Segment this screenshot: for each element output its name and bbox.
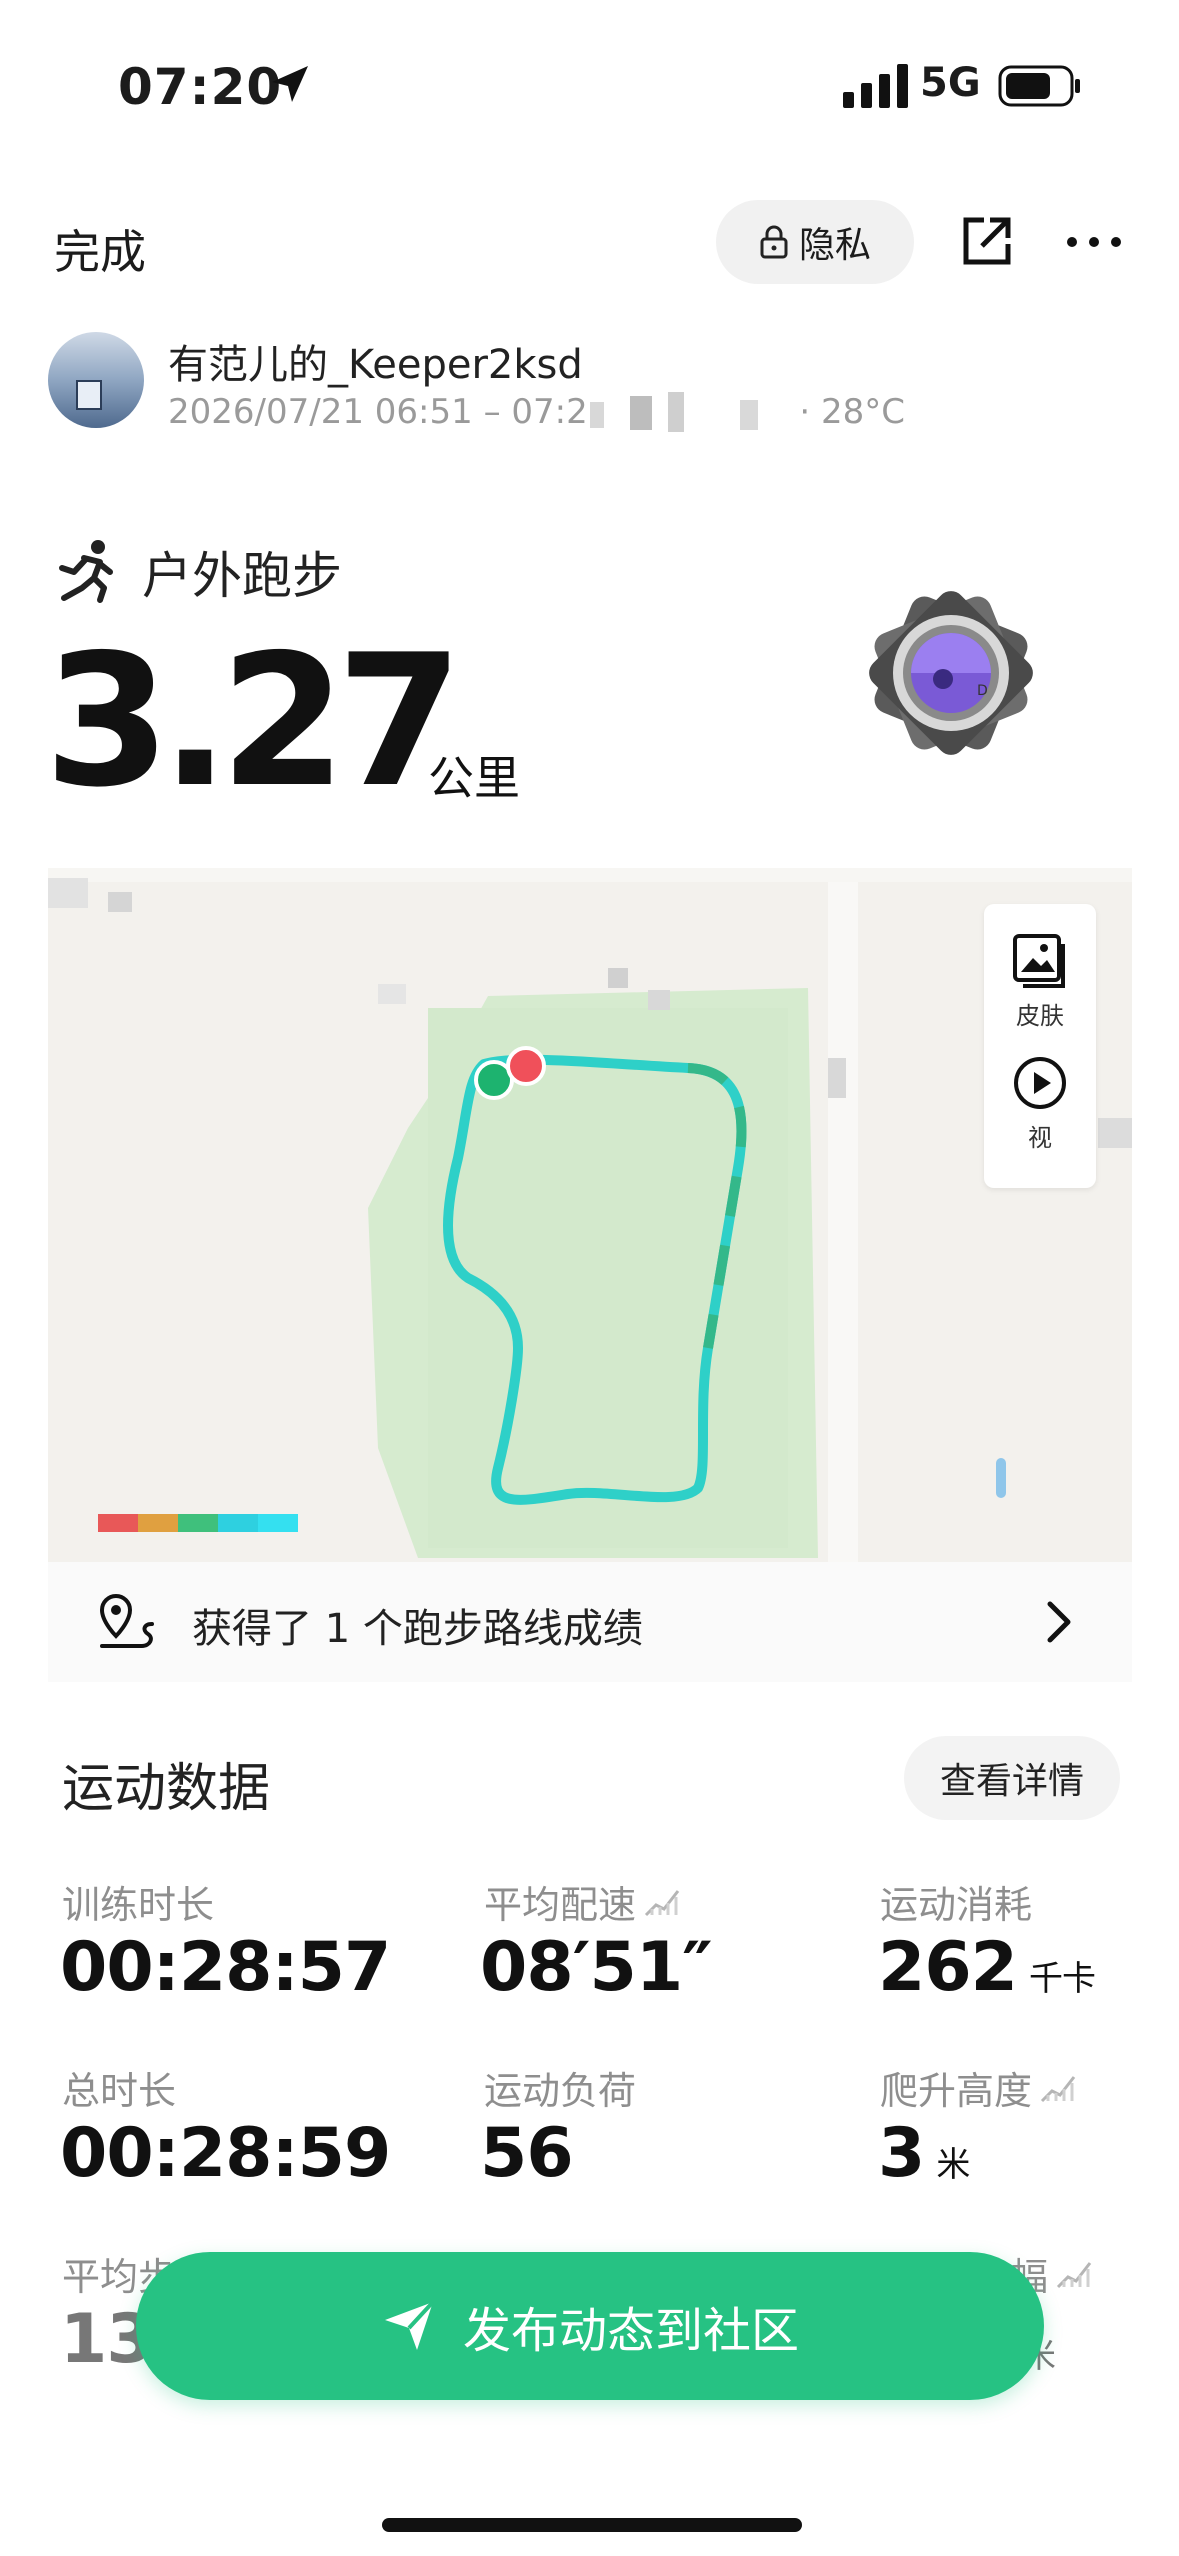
- temperature: · 28°C: [799, 392, 905, 432]
- share-icon[interactable]: [958, 212, 1016, 270]
- stat-label: 总时长: [62, 2069, 177, 2113]
- play-icon: [1014, 1057, 1066, 1109]
- done-button[interactable]: 完成: [54, 216, 146, 282]
- route-pin-icon: [99, 1593, 154, 1648]
- medal-badge-icon[interactable]: D: [858, 580, 1044, 766]
- stat-value: 00:28:57: [60, 1928, 391, 2007]
- stat-label-text: 爬升高度: [880, 2069, 1033, 2113]
- stat-label[interactable]: 平均配速: [484, 1874, 680, 1929]
- avatar[interactable]: [48, 332, 144, 428]
- video-tool-label: 视: [1028, 1124, 1052, 1152]
- publish-label: 发布动态到社区: [462, 2303, 799, 2359]
- location-arrow-icon: [272, 66, 308, 102]
- username: 有范儿的_Keeper2ksd: [168, 342, 583, 388]
- route-map[interactable]: [48, 868, 1132, 1682]
- achievement-text: 获得了 1 个跑步路线成绩: [192, 1606, 643, 1652]
- activity-time: 2026/07/21 06:51 – 07:2 · 28°C: [168, 392, 905, 432]
- stat-label[interactable]: 爬升高度: [880, 2060, 1076, 2115]
- trend-chart-icon: [1056, 2261, 1092, 2288]
- chevron-right-icon[interactable]: [1044, 1600, 1074, 1644]
- video-tool[interactable]: 视: [984, 1054, 1096, 1153]
- activity-type: 户外跑步: [142, 547, 342, 605]
- privacy-label: 隐私: [798, 225, 871, 266]
- stat-value: 00:28:59: [60, 2114, 391, 2193]
- stat-label: 运动消耗: [880, 1883, 1033, 1927]
- pixelated-redaction: [590, 392, 758, 432]
- signal-icon: [843, 64, 908, 108]
- battery-icon: [998, 65, 1080, 107]
- stat-label: 训练时长: [62, 1883, 215, 1927]
- skin-tool[interactable]: 皮肤: [984, 932, 1096, 1031]
- stat-unit: 千卡: [1028, 1959, 1096, 1999]
- image-icon: [1013, 934, 1065, 988]
- privacy-button[interactable]: 隐私: [716, 200, 914, 284]
- trend-chart-icon: [1040, 2075, 1076, 2102]
- publish-to-community-button[interactable]: 发布动态到社区: [136, 2252, 1044, 2400]
- view-details-button[interactable]: 查看详情: [904, 1736, 1120, 1820]
- running-icon: [59, 540, 113, 603]
- status-time: 07:20: [118, 58, 283, 116]
- stat-unit: 米: [936, 2145, 970, 2185]
- send-icon: [384, 2300, 435, 2350]
- stat-value: 56: [480, 2114, 574, 2193]
- network-type: 5G: [920, 60, 981, 106]
- stat-label: 运动负荷: [484, 2069, 637, 2113]
- map-tools-panel: 皮肤 视: [984, 904, 1096, 1188]
- stat-value: 3米: [878, 2114, 970, 2193]
- stat-value: 262 千卡: [878, 1928, 1096, 2007]
- distance-value: 3.27: [44, 615, 463, 827]
- lock-icon: [760, 225, 788, 259]
- home-indicator[interactable]: [382, 2518, 802, 2532]
- stat-value: 08′51″: [480, 1928, 713, 2007]
- distance-unit: 公里: [428, 751, 520, 805]
- more-icon[interactable]: [1064, 224, 1124, 260]
- svg-text:D: D: [977, 683, 988, 699]
- stat-label-text: 平均配速: [484, 1883, 637, 1927]
- section-title: 运动数据: [62, 1759, 271, 1819]
- skin-tool-label: 皮肤: [1016, 1002, 1064, 1030]
- trend-chart-icon: [644, 1889, 680, 1916]
